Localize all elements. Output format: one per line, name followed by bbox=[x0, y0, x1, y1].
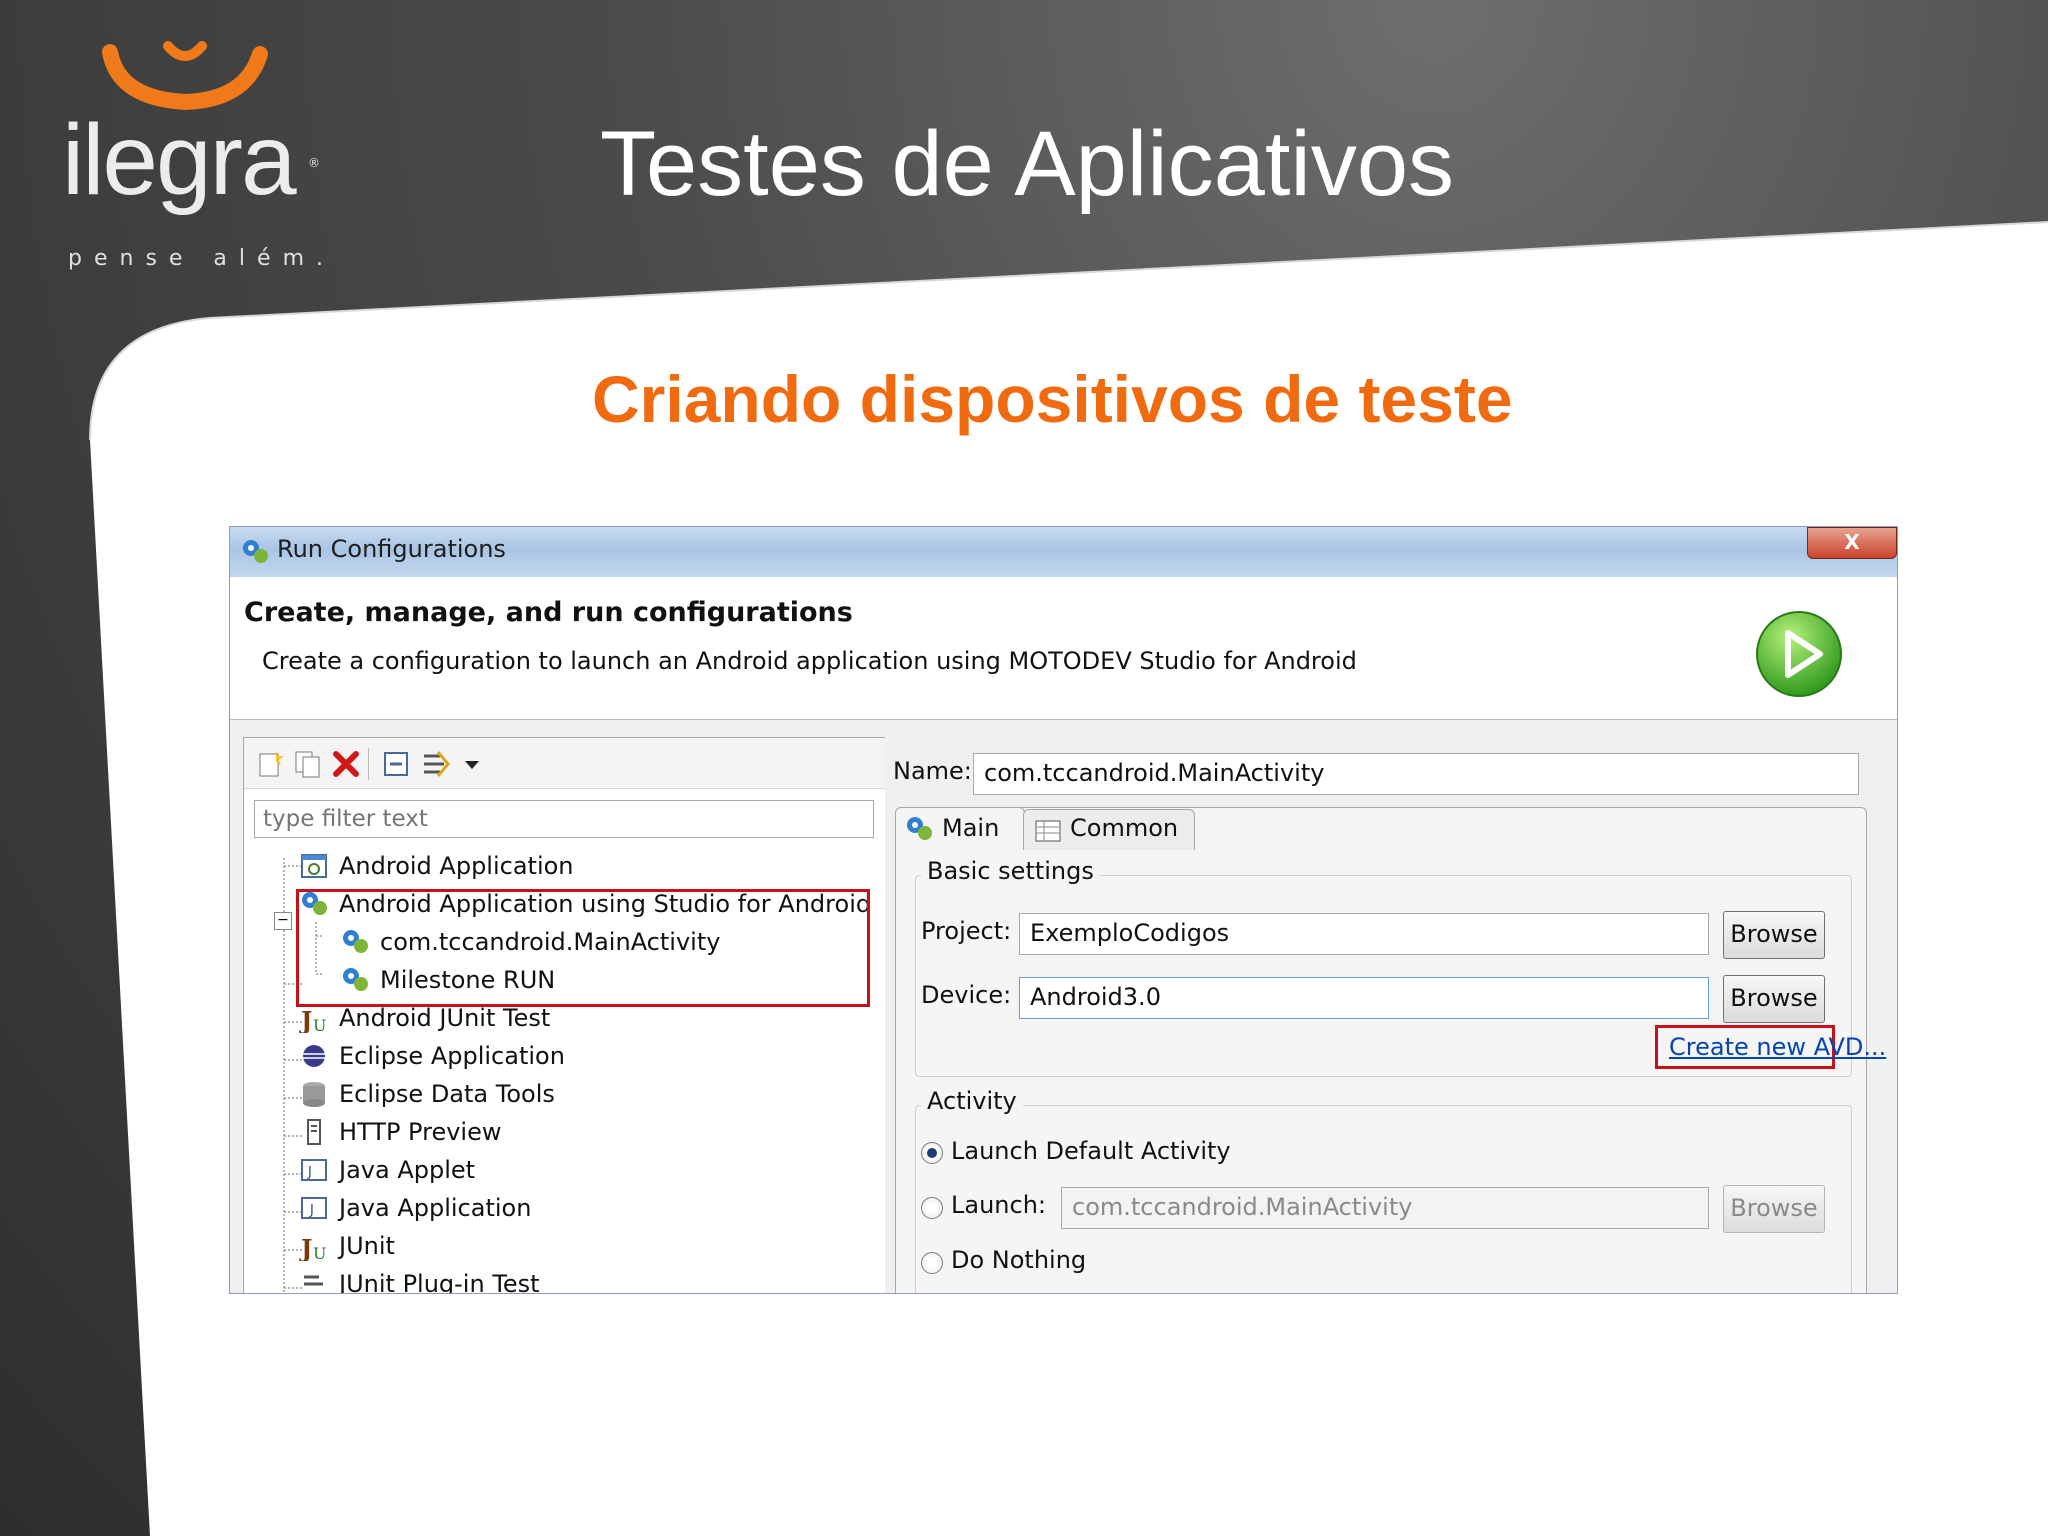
configuration-editor-panel: Name: com.tccandroid.MainActivity Main C… bbox=[885, 737, 1886, 1293]
database-icon bbox=[303, 1082, 325, 1107]
slide-title: Testes de Aplicativos bbox=[600, 113, 1455, 215]
tree-item-label: Eclipse Application bbox=[339, 1042, 565, 1070]
java-applet-icon: J bbox=[301, 1159, 327, 1181]
header-title: Create, manage, and run configurations bbox=[244, 597, 853, 628]
tree-item-label: JUnit bbox=[339, 1232, 395, 1260]
device-label: Device: bbox=[921, 981, 1012, 1009]
name-input[interactable]: com.tccandroid.MainActivity bbox=[973, 753, 1859, 795]
configuration-tree-panel: − Android Application Android Applicatio… bbox=[243, 737, 889, 1294]
close-button[interactable]: X bbox=[1807, 527, 1897, 559]
duplicate-icon[interactable] bbox=[292, 748, 324, 780]
browse-project-button[interactable]: Browse bbox=[1723, 911, 1825, 959]
tree-highlight bbox=[296, 889, 870, 1007]
device-input[interactable]: Android3.0 bbox=[1019, 977, 1709, 1019]
launch-default-radio[interactable] bbox=[921, 1142, 943, 1164]
tree-item-label: HTTP Preview bbox=[339, 1118, 502, 1146]
motodev-icon bbox=[243, 540, 268, 563]
tab-common[interactable]: Common bbox=[1023, 809, 1195, 850]
svg-text:U: U bbox=[313, 1016, 326, 1033]
do-nothing-label: Do Nothing bbox=[951, 1246, 1087, 1274]
tree-item-label: Java Application bbox=[339, 1194, 532, 1222]
java-app-icon: J bbox=[301, 1197, 327, 1219]
basic-settings-label: Basic settings bbox=[921, 857, 1100, 885]
dialog-titlebar[interactable]: Run Configurations X bbox=[230, 527, 1897, 577]
junit-icon: JU bbox=[299, 1006, 326, 1033]
toolbar-separator bbox=[368, 748, 369, 780]
plugin-test-icon bbox=[304, 1275, 323, 1286]
launch-label: Launch: bbox=[951, 1191, 1046, 1219]
junit-icon: JU bbox=[299, 1234, 326, 1261]
motodev-icon bbox=[907, 817, 932, 840]
project-label: Project: bbox=[921, 917, 1012, 945]
launch-radio[interactable] bbox=[921, 1197, 943, 1219]
create-new-avd-link[interactable]: Create new AVD... bbox=[1669, 1033, 1886, 1061]
svg-text:U: U bbox=[313, 1244, 326, 1261]
tree-toolbar bbox=[244, 738, 888, 789]
filter-input[interactable] bbox=[254, 800, 874, 838]
do-nothing-radio[interactable] bbox=[921, 1252, 943, 1274]
project-input[interactable]: ExemploCodigos bbox=[1019, 913, 1709, 955]
common-tab-icon bbox=[1035, 820, 1061, 842]
tree-item-label: JUnit Plug-in Test bbox=[339, 1270, 540, 1294]
browse-device-button[interactable]: Browse bbox=[1723, 975, 1825, 1023]
dialog-title: Run Configurations bbox=[277, 535, 506, 563]
activity-label: Activity bbox=[921, 1087, 1023, 1115]
logo-wordmark: ilegra bbox=[62, 104, 297, 216]
android-app-icon bbox=[301, 854, 327, 878]
tree-collapse-toggle[interactable]: − bbox=[274, 912, 292, 930]
filter-icon[interactable] bbox=[420, 748, 452, 780]
launch-default-label: Launch Default Activity bbox=[951, 1137, 1231, 1165]
svg-text:J: J bbox=[309, 1203, 314, 1218]
delete-icon[interactable] bbox=[330, 748, 362, 780]
eclipse-icon bbox=[303, 1045, 325, 1067]
dialog-header: Create, manage, and run configurations C… bbox=[230, 577, 1897, 720]
tree-item-label: Eclipse Data Tools bbox=[339, 1080, 555, 1108]
collapse-all-icon[interactable] bbox=[380, 748, 412, 780]
svg-text:J: J bbox=[299, 1234, 312, 1261]
run-icon bbox=[1756, 611, 1842, 697]
tab-label: Main bbox=[942, 814, 1000, 842]
tree-item-label: Android Application bbox=[339, 852, 574, 880]
launch-activity-input[interactable]: com.tccandroid.MainActivity bbox=[1061, 1187, 1709, 1229]
name-label: Name: bbox=[893, 757, 972, 785]
logo-tagline: pense além. bbox=[68, 246, 335, 271]
slide-subtitle: Criando dispositivos de teste bbox=[592, 362, 1513, 436]
tab-main[interactable]: Main bbox=[895, 807, 1025, 850]
svg-text:J: J bbox=[307, 1165, 312, 1180]
tab-label: Common bbox=[1070, 814, 1179, 842]
svg-text:J: J bbox=[299, 1006, 312, 1033]
new-configuration-icon[interactable] bbox=[254, 748, 286, 780]
http-icon bbox=[307, 1119, 321, 1145]
tree-item-label: Java Applet bbox=[339, 1156, 476, 1184]
registered-mark: ® bbox=[308, 156, 320, 170]
header-description: Create a configuration to launch an Andr… bbox=[262, 647, 1357, 675]
dropdown-arrow-icon[interactable] bbox=[456, 748, 488, 780]
browse-activity-button[interactable]: Browse bbox=[1723, 1185, 1825, 1233]
